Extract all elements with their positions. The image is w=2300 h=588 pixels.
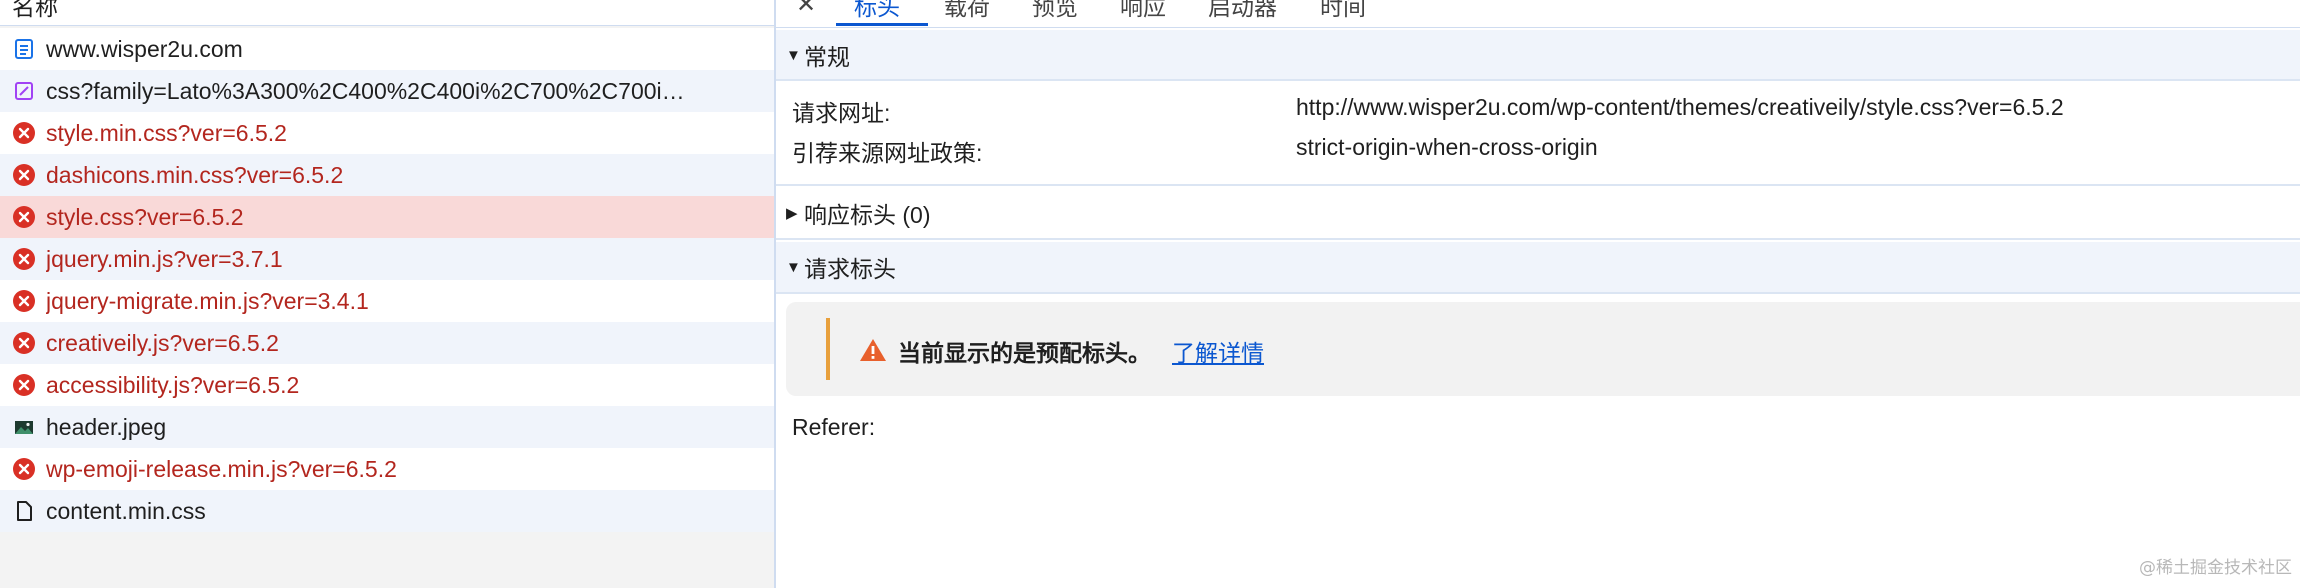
request-row[interactable]: style.min.css?ver=6.5.2	[0, 112, 774, 154]
request-row[interactable]: content.min.css	[0, 490, 774, 532]
watermark: @稀土掘金技术社区	[2139, 558, 2292, 578]
error-icon	[12, 331, 36, 355]
request-name: header.jpeg	[46, 414, 167, 440]
details-tabbar: ✕ 标头 载荷 预览 响应 启动器 时间	[776, 0, 2300, 28]
response-headers-title: 响应标头 (0)	[804, 202, 931, 228]
request-name: content.min.css	[46, 498, 206, 524]
request-url-value: http://www.wisper2u.com/wp-content/theme…	[1296, 94, 2064, 120]
request-row[interactable]: www.wisper2u.com	[0, 28, 774, 70]
tab-headers[interactable]: 标头	[854, 0, 900, 22]
warning-icon	[859, 338, 887, 367]
name-column-header[interactable]: 名称	[0, 0, 774, 26]
section-divider	[776, 79, 2300, 81]
error-icon	[12, 457, 36, 481]
image-icon	[12, 415, 36, 439]
notice-accent-bar	[826, 318, 830, 380]
file-icon	[12, 499, 36, 523]
request-headers-section-header[interactable]: ▼ 请求标头	[776, 242, 2300, 292]
general-section-header[interactable]: ▼ 常规	[776, 30, 2300, 80]
general-section-title: 常规	[804, 44, 850, 70]
request-name: style.min.css?ver=6.5.2	[46, 120, 287, 146]
request-url-label: 请求网址:	[792, 100, 891, 126]
error-icon	[12, 121, 36, 145]
request-row[interactable]: accessibility.js?ver=6.5.2	[0, 364, 774, 406]
request-name: creativeily.js?ver=6.5.2	[46, 330, 279, 356]
request-row[interactable]: css?family=Lato%3A300%2C400%2C400i%2C700…	[0, 70, 774, 112]
request-row[interactable]: dashicons.min.css?ver=6.5.2	[0, 154, 774, 196]
request-name: style.css?ver=6.5.2	[46, 204, 244, 230]
error-icon	[12, 163, 36, 187]
error-icon	[12, 247, 36, 271]
close-icon[interactable]: ✕	[796, 0, 816, 19]
name-column-header-label: 名称	[12, 0, 58, 20]
request-row[interactable]: jquery-migrate.min.js?ver=3.4.1	[0, 280, 774, 322]
request-name: wp-emoji-release.min.js?ver=6.5.2	[46, 456, 397, 482]
section-divider	[776, 292, 2300, 294]
tab-timing[interactable]: 时间	[1320, 0, 1366, 22]
request-name: jquery.min.js?ver=3.7.1	[46, 246, 283, 272]
request-row[interactable]: header.jpeg	[0, 406, 774, 448]
referrer-policy-label: 引荐来源网址政策:	[792, 140, 983, 166]
request-name: jquery-migrate.min.js?ver=3.4.1	[46, 288, 369, 314]
tab-preview[interactable]: 预览	[1032, 0, 1078, 22]
tab-initiator[interactable]: 启动器	[1208, 0, 1277, 22]
notice-text: 当前显示的是预配标头。	[898, 340, 1151, 366]
caret-right-icon: ▶	[786, 205, 798, 222]
error-icon	[12, 373, 36, 397]
request-row-selected[interactable]: style.css?ver=6.5.2	[0, 196, 774, 238]
request-row[interactable]: wp-emoji-release.min.js?ver=6.5.2	[0, 448, 774, 490]
document-icon	[12, 37, 36, 61]
caret-down-icon: ▼	[786, 258, 801, 276]
provisional-headers-notice: 当前显示的是预配标头。 了解详情	[786, 302, 2300, 396]
referrer-policy-value: strict-origin-when-cross-origin	[1296, 134, 1598, 160]
caret-down-icon: ▼	[786, 46, 801, 64]
tab-payload[interactable]: 载荷	[944, 0, 990, 22]
stylesheet-icon	[12, 79, 36, 103]
section-divider	[776, 238, 2300, 240]
request-name: css?family=Lato%3A300%2C400%2C400i%2C700…	[46, 78, 685, 104]
error-icon	[12, 205, 36, 229]
request-details-panel: ✕ 标头 载荷 预览 响应 启动器 时间 ▼ 常规 请求网址: http://w…	[776, 0, 2300, 588]
request-name: dashicons.min.css?ver=6.5.2	[46, 162, 344, 188]
request-name: accessibility.js?ver=6.5.2	[46, 372, 300, 398]
section-divider	[776, 184, 2300, 186]
tab-response[interactable]: 响应	[1120, 0, 1166, 22]
error-icon	[12, 289, 36, 313]
request-row[interactable]: jquery.min.js?ver=3.7.1	[0, 238, 774, 280]
response-headers-section-header[interactable]: ▶ 响应标头 (0)	[776, 188, 2300, 238]
learn-more-link[interactable]: 了解详情	[1172, 334, 1264, 368]
request-list-panel: 名称 www.wisper2u.com css?family=Lato%3A30…	[0, 0, 774, 588]
request-row[interactable]: creativeily.js?ver=6.5.2	[0, 322, 774, 364]
request-name: www.wisper2u.com	[46, 36, 243, 62]
active-tab-indicator	[836, 23, 928, 26]
referer-header-label: Referer:	[792, 414, 876, 440]
request-headers-title: 请求标头	[804, 256, 896, 282]
request-list: www.wisper2u.com css?family=Lato%3A300%2…	[0, 28, 774, 532]
